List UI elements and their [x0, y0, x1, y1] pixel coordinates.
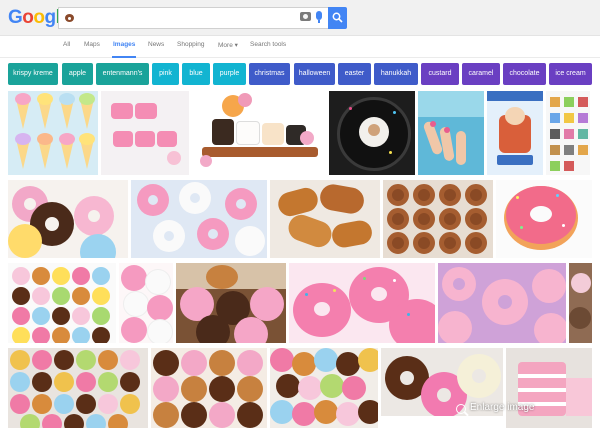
image-result[interactable]: [119, 263, 173, 343]
image-result[interactable]: [506, 348, 592, 428]
image-result[interactable]: [192, 91, 326, 175]
magnifier-icon: [456, 404, 466, 414]
search-input[interactable]: [58, 7, 328, 29]
tab-maps[interactable]: Maps: [84, 41, 100, 48]
enlarge-image-label[interactable]: Enlarge image: [470, 402, 534, 413]
image-result[interactable]: [151, 348, 267, 428]
donut-emoji-icon: [65, 14, 74, 22]
image-result[interactable]: [8, 91, 98, 175]
image-result[interactable]: [131, 180, 267, 258]
chip-easter[interactable]: easter: [338, 63, 371, 85]
chip-halloween[interactable]: halloween: [294, 63, 335, 85]
active-tab-indicator: [112, 56, 136, 58]
chip-purple[interactable]: purple: [213, 63, 246, 85]
microphone-icon[interactable]: [316, 11, 322, 23]
chip-caramel[interactable]: caramel: [462, 63, 500, 85]
chip-entenmanns[interactable]: entenmann's: [96, 63, 149, 85]
chip-apple[interactable]: apple: [62, 63, 93, 85]
logo-letter: o: [33, 7, 45, 28]
image-result[interactable]: [438, 263, 566, 343]
chip-blue[interactable]: blue: [182, 63, 210, 85]
chip-custard[interactable]: custard: [421, 63, 459, 85]
tab-search-tools[interactable]: Search tools: [250, 41, 286, 48]
image-result[interactable]: [496, 180, 592, 258]
tab-all[interactable]: All: [63, 41, 70, 48]
image-result[interactable]: [176, 263, 286, 343]
image-result[interactable]: [546, 91, 590, 175]
chip-hanukkah[interactable]: hanukkah: [374, 63, 418, 85]
image-result[interactable]: [418, 91, 484, 175]
image-result[interactable]: [270, 180, 380, 258]
image-result[interactable]: [289, 263, 435, 343]
camera-icon[interactable]: [300, 12, 311, 21]
header: Google: [0, 0, 600, 36]
chip-ice-cream[interactable]: ice cream: [549, 63, 592, 85]
tab-news[interactable]: News: [148, 41, 164, 48]
chip-chocolate[interactable]: chocolate: [503, 63, 546, 85]
logo-letter: g: [44, 7, 57, 28]
tab-images[interactable]: Images: [113, 41, 135, 48]
image-result[interactable]: [8, 348, 148, 428]
chip-christmas[interactable]: christmas: [249, 63, 290, 85]
tab-shopping[interactable]: Shopping: [177, 41, 204, 48]
chip-pink[interactable]: pink: [152, 63, 179, 85]
image-result[interactable]: [487, 91, 543, 175]
search-tabs: All Maps Images News Shopping More ▾ Sea…: [0, 36, 600, 58]
logo-letter: o: [22, 7, 34, 28]
image-result[interactable]: [329, 91, 415, 175]
image-result[interactable]: [8, 263, 116, 343]
tab-more[interactable]: More ▾: [218, 41, 238, 49]
image-result[interactable]: [101, 91, 189, 175]
search-icon: [332, 12, 343, 23]
image-result[interactable]: [270, 348, 378, 428]
chip-krispy-kreme[interactable]: krispy kreme: [8, 63, 58, 85]
image-result[interactable]: [8, 180, 128, 258]
image-result[interactable]: [569, 263, 592, 343]
logo-letter: G: [8, 7, 23, 28]
image-result[interactable]: [383, 180, 493, 258]
image-result[interactable]: [381, 348, 503, 428]
search-button[interactable]: [328, 7, 347, 29]
